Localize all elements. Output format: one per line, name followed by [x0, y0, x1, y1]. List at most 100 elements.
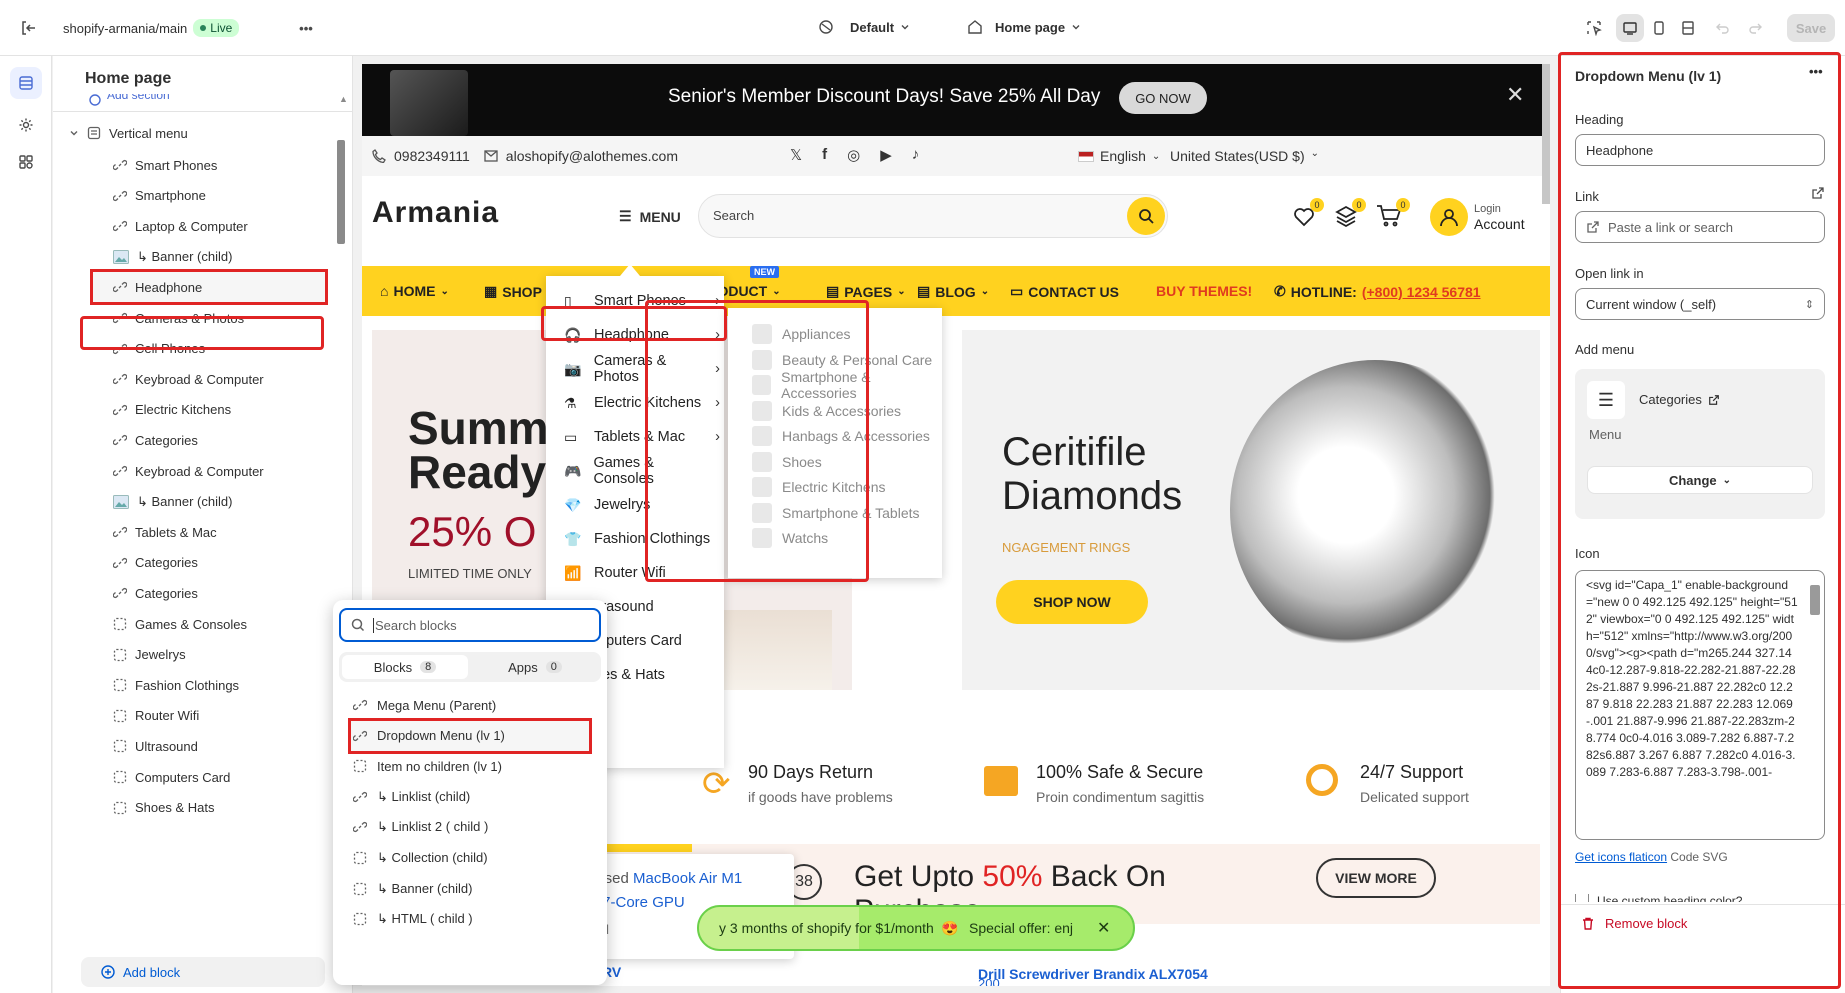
- go-now-button[interactable]: GO NOW: [1119, 82, 1207, 114]
- x-social-icon[interactable]: 𝕏: [790, 146, 802, 164]
- select-tool-icon[interactable]: [1580, 14, 1608, 42]
- tab-blocks[interactable]: Blocks 8: [342, 655, 468, 679]
- submenu-item[interactable]: Hanbags & Accessories: [752, 424, 930, 448]
- language-selector[interactable]: English ⌄: [1078, 148, 1160, 164]
- menu-link[interactable]: Categories: [1639, 392, 1720, 407]
- apps-icon[interactable]: [10, 146, 42, 178]
- block-option[interactable]: ↳ Linklist 2 ( child ): [351, 812, 589, 842]
- submenu-item[interactable]: Smartphone & Tablets: [752, 501, 920, 525]
- fullscreen-icon[interactable]: [1674, 14, 1702, 42]
- menu-item[interactable]: 📷 Cameras & Photos ›: [564, 353, 720, 385]
- mobile-view-icon[interactable]: [1645, 14, 1673, 42]
- account-icon[interactable]: [1430, 198, 1468, 236]
- cart-icon[interactable]: 0: [1376, 198, 1410, 228]
- search-icon[interactable]: [1127, 197, 1165, 235]
- sidebar-item[interactable]: ↳ Banner (child): [93, 242, 325, 272]
- sidebar-item[interactable]: Cameras & Photos: [93, 303, 325, 333]
- facebook-icon[interactable]: f: [822, 146, 827, 164]
- nav-pages[interactable]: ▤ PAGES ⌄: [826, 283, 906, 300]
- canvas-scrollbar[interactable]: [1542, 64, 1550, 204]
- add-section-link[interactable]: Add section: [89, 94, 170, 106]
- sidebar-item[interactable]: Keybroad & Computer: [93, 456, 325, 486]
- menu-toggle[interactable]: ☰ MENU: [619, 208, 681, 225]
- submenu-item[interactable]: Watchs: [752, 526, 828, 550]
- submenu-item[interactable]: Smartphone & Accessories: [752, 369, 942, 401]
- sidebar-item[interactable]: Ultrasound: [93, 731, 325, 761]
- settings-gear-icon[interactable]: [10, 109, 42, 141]
- textarea-scrollbar[interactable]: [1810, 585, 1820, 615]
- sidebar-item[interactable]: Laptop & Computer: [93, 211, 325, 241]
- block-option[interactable]: Dropdown Menu (lv 1): [348, 717, 592, 754]
- youtube-icon[interactable]: ▶: [880, 146, 892, 164]
- sidebar-scrollbar[interactable]: [337, 140, 345, 244]
- sidebar-item[interactable]: Jewelrys: [93, 640, 325, 670]
- tab-apps[interactable]: Apps 0: [472, 655, 598, 679]
- menu-item[interactable]: 📶 Router Wifi: [564, 558, 714, 588]
- menu-item[interactable]: ⚗ Electric Kitchens ›: [564, 388, 720, 418]
- block-option[interactable]: ↳ HTML ( child ): [351, 904, 589, 934]
- icon-svg-textarea[interactable]: <svg id="Capa_1" enable-background="new …: [1575, 570, 1825, 840]
- nav-home[interactable]: ⌂ HOME ⌄: [380, 283, 449, 299]
- menu-item[interactable]: 👕 Fashion Clothings: [564, 524, 714, 554]
- submenu-item[interactable]: Electric Kitchens: [752, 475, 885, 499]
- sections-icon[interactable]: [10, 67, 42, 99]
- sidebar-item[interactable]: Router Wifi: [93, 701, 325, 731]
- flaticon-link[interactable]: Get icons flaticon: [1575, 850, 1667, 864]
- sidebar-item[interactable]: Computers Card: [93, 762, 325, 792]
- instagram-icon[interactable]: ◎: [847, 146, 860, 164]
- sidebar-item[interactable]: Categories: [93, 425, 325, 455]
- block-option[interactable]: ↳ Linklist (child): [351, 782, 589, 812]
- undo-icon[interactable]: [1709, 14, 1737, 42]
- redo-icon[interactable]: [1741, 14, 1769, 42]
- sidebar-item[interactable]: ↳ Banner (child): [93, 487, 325, 517]
- vertical-menu-section[interactable]: Vertical menu: [69, 120, 188, 146]
- menu-item[interactable]: ▭ Tablets & Mac ›: [564, 422, 720, 452]
- exit-icon[interactable]: [14, 14, 42, 42]
- block-option[interactable]: ↳ Collection (child): [351, 843, 589, 873]
- close-icon[interactable]: ✕: [1506, 82, 1524, 108]
- sidebar-item[interactable]: Games & Consoles: [93, 609, 325, 639]
- more-icon[interactable]: •••: [292, 14, 320, 42]
- sidebar-item[interactable]: Categories: [93, 548, 325, 578]
- change-menu-button[interactable]: Change ⌄: [1587, 466, 1813, 494]
- hotline-number[interactable]: (+800) 1234 56781: [1362, 284, 1481, 300]
- sidebar-item[interactable]: Headphone: [90, 269, 328, 306]
- sidebar-item[interactable]: Smart Phones: [93, 150, 325, 180]
- add-block-button[interactable]: Add block: [81, 957, 325, 987]
- menu-item[interactable]: 🎮 Games & Consoles: [564, 455, 714, 487]
- theme-selector[interactable]: Default: [818, 19, 910, 35]
- save-button[interactable]: Save: [1787, 14, 1835, 42]
- submenu-item[interactable]: Beauty & Personal Care: [752, 348, 932, 372]
- submenu-item[interactable]: Kids & Accessories: [752, 399, 901, 423]
- account-link[interactable]: Login Account: [1474, 202, 1525, 232]
- wishlist-icon[interactable]: 0: [1292, 198, 1324, 228]
- submenu-item[interactable]: Appliances: [752, 322, 851, 346]
- popup-product-link[interactable]: MacBook Air M1: [633, 870, 742, 887]
- sidebar-item[interactable]: Cell Phones: [93, 334, 325, 364]
- submenu-item[interactable]: Shoes: [752, 450, 822, 474]
- special-offer-banner[interactable]: y 3 months of shopify for $1/month 😍 Spe…: [697, 905, 1135, 951]
- scroll-up-icon[interactable]: ▲: [339, 94, 348, 104]
- shop-now-button[interactable]: SHOP NOW: [996, 580, 1148, 624]
- product-link[interactable]: Drill Screwdriver Brandix ALX7054: [978, 964, 1208, 986]
- sidebar-item[interactable]: Shoes & Hats: [93, 793, 325, 823]
- nav-shop[interactable]: ▦ SHOP: [484, 283, 542, 300]
- nav-contact[interactable]: ▭ CONTACT US: [1010, 283, 1119, 300]
- currency-selector[interactable]: United States(USD $) ⌄: [1170, 148, 1319, 164]
- sidebar-item[interactable]: Keybroad & Computer: [93, 364, 325, 394]
- heading-field[interactable]: Headphone: [1575, 134, 1825, 166]
- tiktok-icon[interactable]: ♪: [912, 146, 920, 164]
- open-link-select[interactable]: Current window (_self) ⇕: [1575, 288, 1825, 320]
- custom-color-checkbox[interactable]: Use custom heading color?: [1575, 894, 1742, 902]
- menu-item[interactable]: ▯ Smart Phones ›: [564, 286, 720, 316]
- search-blocks-input[interactable]: Search blocks: [339, 608, 601, 642]
- hero-banner-right[interactable]: Ceritifile Diamonds NGAGEMENT RINGS SHOP…: [962, 330, 1540, 690]
- sidebar-item[interactable]: Tablets & Mac: [93, 517, 325, 547]
- link-field[interactable]: Paste a link or search: [1575, 211, 1825, 243]
- external-link-icon[interactable]: [1811, 186, 1825, 200]
- block-option[interactable]: Mega Menu (Parent): [351, 690, 589, 720]
- nav-blog[interactable]: ▤ BLOG ⌄: [917, 283, 989, 300]
- menu-item[interactable]: 🎧 Headphone ›: [564, 320, 720, 350]
- desktop-view-icon[interactable]: [1616, 14, 1644, 42]
- close-icon[interactable]: ✕: [1097, 918, 1110, 938]
